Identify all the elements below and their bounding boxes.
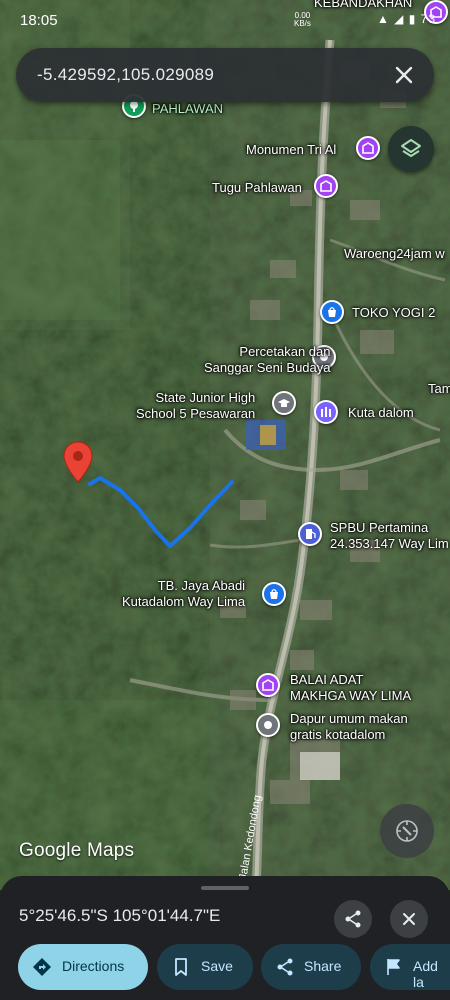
network-speed: 0.00 KB/s <box>294 12 311 28</box>
share-icon-button[interactable] <box>334 900 372 938</box>
bookmark-icon <box>175 958 187 976</box>
directions-button[interactable]: Directions <box>18 944 148 990</box>
share-button[interactable]: Share <box>261 944 361 990</box>
search-query[interactable]: -5.429592,105.029089 <box>37 65 214 85</box>
save-button[interactable]: Save <box>157 944 253 990</box>
close-sheet-button[interactable] <box>390 900 428 938</box>
place-icon <box>264 721 272 729</box>
bottom-sheet[interactable]: 5°25'46.5"S 105°01'44.7"E Directions Sav… <box>0 876 450 1000</box>
share-icon <box>345 910 361 928</box>
pin-tugu[interactable] <box>314 174 338 198</box>
drag-handle[interactable] <box>201 886 249 890</box>
pin-dapur[interactable] <box>256 713 280 737</box>
label-tam: Tam <box>428 381 450 396</box>
share-label: Share <box>304 958 342 974</box>
search-bar[interactable]: -5.429592,105.029089 <box>16 48 434 102</box>
add-label-label: Add la <box>413 958 438 990</box>
layers-button[interactable] <box>388 126 434 172</box>
map-view[interactable]: Jalan Kedondong <box>0 0 450 890</box>
dropped-pin-marker[interactable] <box>62 440 94 484</box>
label-toko-yogi: TOKO YOGI 2 <box>352 305 436 320</box>
label-school: State Junior High School 5 Pesawaran <box>136 390 256 421</box>
school-icon <box>278 399 290 407</box>
pin-monumen[interactable] <box>356 136 380 160</box>
status-icons: ▲ ◢ ▮ 73 <box>376 12 436 26</box>
label-tb-jaya: TB. Jaya Abadi Kutadalom Way Lima <box>122 578 246 609</box>
monument-icon <box>362 142 374 154</box>
network-speed-unit: KB/s <box>294 19 311 28</box>
directions-icon <box>33 958 51 976</box>
landmark-icon <box>262 679 274 691</box>
shopping-icon <box>328 307 336 317</box>
label-waroeng: Waroeng24jam w <box>344 246 445 261</box>
close-icon <box>403 913 415 925</box>
pin-toko-yogi[interactable] <box>320 300 344 324</box>
coordinates-text: 5°25'46.5"S 105°01'44.7"E <box>19 906 221 925</box>
layers-icon <box>401 139 421 157</box>
label-spbu: SPBU Pertamina 24.353.147 Way Lim <box>330 520 449 551</box>
google-maps-logo: Google Maps <box>19 840 135 861</box>
pin-school[interactable] <box>272 391 296 415</box>
shopping-icon <box>270 589 278 599</box>
status-time: 18:05 <box>20 12 58 29</box>
share-icon <box>277 958 293 976</box>
pin-tb-jaya[interactable] <box>262 582 286 606</box>
label-kuta-dalom: Kuta dalom <box>348 405 414 420</box>
label-balai: BALAI ADAT MAKHGA WAY LIMA <box>290 672 412 703</box>
label-tugu: Tugu Pahlawan <box>212 180 302 195</box>
label-pahlawan: PAHLAWAN <box>152 101 224 116</box>
label-dapur: Dapur umum makan gratis kotadalom <box>290 711 408 742</box>
directions-label: Directions <box>62 958 125 974</box>
monument-icon <box>320 180 332 192</box>
compass-icon <box>396 820 418 842</box>
compass-button[interactable] <box>380 804 434 858</box>
pin-kuta-dalom[interactable] <box>314 400 338 424</box>
status-bar: 18:05 0.00 KB/s ▲ ◢ ▮ 73 <box>0 0 450 44</box>
label-percetakan: Percetakan dan Sanggar Seni Budaya <box>204 344 331 375</box>
flag-icon <box>387 959 400 975</box>
pin-balai[interactable] <box>256 673 280 697</box>
government-icon <box>321 407 331 417</box>
label-monumen: Monumen Tri Al <box>246 142 337 157</box>
gas-station-icon <box>306 529 316 539</box>
pin-spbu[interactable] <box>298 522 322 546</box>
close-icon[interactable] <box>388 59 420 91</box>
save-label: Save <box>201 958 233 974</box>
add-label-button[interactable]: Add la <box>370 944 450 990</box>
